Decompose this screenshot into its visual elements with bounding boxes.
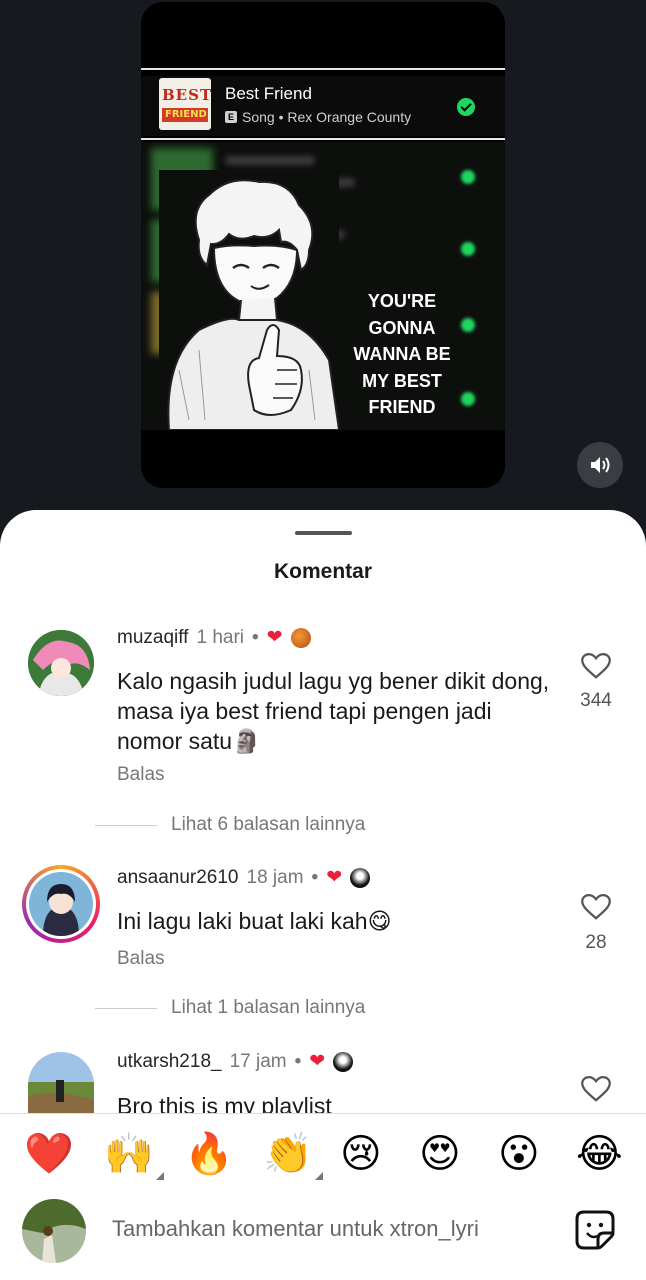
creator-mini-avatar <box>333 1051 354 1072</box>
added-check-icon <box>457 98 475 116</box>
heart-icon[interactable] <box>578 893 614 926</box>
reaction-fire[interactable]: 🔥 <box>184 1130 234 1178</box>
cover-text-bottom: FRIEND <box>165 109 207 120</box>
comment-text: Kalo ngasih judul lagu yg bener dikit do… <box>117 668 550 754</box>
view-more-replies[interactable]: Lihat 1 balasan lainnya <box>95 997 365 1019</box>
avatar <box>22 1199 86 1263</box>
reaction-heart[interactable]: ❤️ <box>24 1130 74 1178</box>
like-count: 28 <box>585 932 607 953</box>
separator-dot: • <box>294 1050 302 1072</box>
sticker-icon[interactable] <box>574 1209 616 1251</box>
reaction-clap[interactable]: 👏 <box>263 1130 323 1180</box>
comment-text: Ini lagu laki buat laki kah😋 <box>117 908 392 934</box>
avatar[interactable] <box>22 865 100 943</box>
creator-liked-heart-icon: ❤ <box>326 867 343 888</box>
heart-icon[interactable] <box>578 1075 614 1108</box>
view-more-replies[interactable]: Lihat 6 balasan lainnya <box>95 814 365 836</box>
video-player[interactable]: BEST FRIEND Best Friend E Song • Rex Ora… <box>141 2 505 488</box>
reaction-raised-hands-glyph: 🙌 <box>104 1132 154 1176</box>
quick-reaction-bar: ❤️ 🙌 🔥 👏 😢 😍 😮 😂 <box>0 1114 646 1202</box>
lyric-line: YOU'RE <box>367 291 437 311</box>
reply-button[interactable]: Balas <box>117 764 165 786</box>
like-count: 344 <box>580 690 612 711</box>
reaction-raised-hands[interactable]: 🙌 <box>104 1130 164 1180</box>
song-title: Best Friend <box>225 84 312 103</box>
comment-time: 1 hari <box>196 626 244 648</box>
cover-text-top: BEST <box>162 86 211 104</box>
sheet-drag-handle[interactable] <box>295 531 352 535</box>
reaction-clap-glyph: 👏 <box>263 1132 313 1176</box>
lyrics-overlay: YOU'RE GONNA WANNA BE MY BEST FRIEND <box>337 288 467 421</box>
comment-time: 17 jam <box>229 1050 287 1072</box>
manga-character-illustration <box>159 170 339 430</box>
reaction-heart-eyes[interactable]: 😍 <box>419 1130 461 1178</box>
comment-input-bar: Tambahkan komentar untuk xtron_lyri <box>0 1190 646 1280</box>
view-more-replies-label: Lihat 1 balasan lainnya <box>171 997 366 1018</box>
lyric-line: MY BEST <box>362 370 442 391</box>
creator-liked-heart-icon: ❤ <box>309 1051 326 1072</box>
comment-time: 18 jam <box>246 866 304 888</box>
heart-icon[interactable] <box>578 652 614 685</box>
comment-text: Bro this is my playlist <box>117 1093 332 1113</box>
song-meta: E Song • Rex Orange County <box>225 109 411 125</box>
avatar[interactable] <box>28 630 94 696</box>
reply-button[interactable]: Balas <box>117 948 165 970</box>
screen: BEST FRIEND Best Friend E Song • Rex Ora… <box>0 0 646 1280</box>
creator-mini-avatar <box>290 627 311 648</box>
creator-liked-heart-icon: ❤ <box>266 627 283 648</box>
comment-username[interactable]: muzaqiff <box>117 627 188 649</box>
separator-dot: • <box>252 626 259 648</box>
sheet-title: Komentar <box>273 560 373 583</box>
lyric-line: WANNA BE <box>353 344 451 364</box>
speaker-icon[interactable] <box>577 442 623 488</box>
comment-username[interactable]: utkarsh218_ <box>117 1051 222 1073</box>
creator-mini-avatar <box>350 867 371 888</box>
comment-username[interactable]: ansaanur2610 <box>117 867 239 889</box>
lyric-line: GONNA <box>368 317 436 338</box>
lyric-line: FRIEND <box>368 397 436 417</box>
reaction-crying[interactable]: 😢 <box>340 1130 382 1178</box>
reaction-surprised[interactable]: 😮 <box>498 1130 540 1178</box>
avatar[interactable] <box>28 1052 94 1113</box>
explicit-badge: E <box>225 111 237 123</box>
comment-input[interactable]: Tambahkan komentar untuk xtron_lyri <box>112 1216 479 1242</box>
view-more-replies-label: Lihat 6 balasan lainnya <box>171 814 366 835</box>
song-banner[interactable]: BEST FRIEND Best Friend E Song • Rex Ora… <box>141 68 505 140</box>
album-cover: BEST FRIEND <box>159 78 211 130</box>
reaction-laughing[interactable]: 😂 <box>576 1130 623 1178</box>
song-artist-meta: Song • Rex Orange County <box>242 109 412 125</box>
separator-dot: • <box>311 866 319 888</box>
